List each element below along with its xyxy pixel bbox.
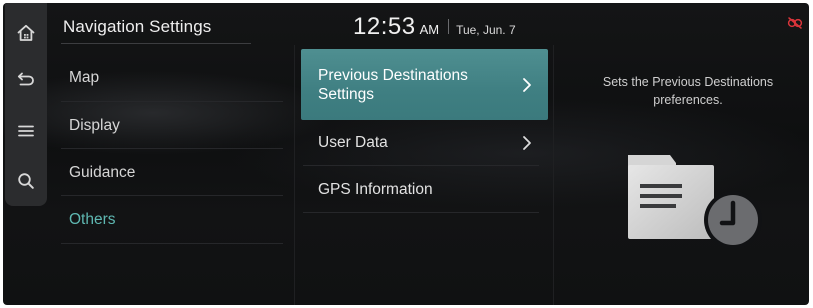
previous-destinations-folder-clock-icon xyxy=(628,155,762,249)
menu-item-map[interactable]: Map xyxy=(69,54,285,101)
home-button[interactable] xyxy=(5,9,47,57)
search-button[interactable] xyxy=(5,157,47,205)
clock-time: 12:53 xyxy=(353,13,416,40)
status-indicator xyxy=(787,16,803,34)
column-divider xyxy=(294,45,295,305)
menu-divider xyxy=(61,243,283,244)
navigation-settings-screen: Navigation Settings 12:53 AM Tue, Jun. 7… xyxy=(3,3,809,305)
clock: 12:53 AM Tue, Jun. 7 xyxy=(353,13,516,40)
menu-item-label: Display xyxy=(69,116,120,134)
clock-date: Tue, Jun. 7 xyxy=(456,23,516,37)
submenu-item-label-line2: Settings xyxy=(318,85,375,103)
description-line1: Sets the Previous Destinations xyxy=(602,75,774,89)
submenu-item-label-line1: Previous Destinations xyxy=(318,66,468,84)
menu-button[interactable] xyxy=(5,107,47,155)
back-button[interactable] xyxy=(5,55,47,103)
column-divider xyxy=(553,45,554,305)
clock-ampm: AM xyxy=(419,22,440,37)
search-icon xyxy=(18,173,34,189)
back-icon xyxy=(17,72,34,86)
submenu-item-user-data[interactable]: User Data xyxy=(301,120,548,165)
link-off-icon xyxy=(787,17,803,29)
submenu-item-label: User Data xyxy=(318,134,388,151)
submenu-divider xyxy=(303,212,539,213)
home-icon xyxy=(17,24,35,41)
description-line2: preferences. xyxy=(653,93,723,107)
menu-item-guidance[interactable]: Guidance xyxy=(69,149,285,196)
menu-item-label: Map xyxy=(69,68,100,86)
page-title: Navigation Settings xyxy=(63,17,212,36)
submenu-item-previous-destinations-settings[interactable]: Previous Destinations Settings xyxy=(301,49,548,120)
menu-icon xyxy=(18,125,34,137)
menu-item-display[interactable]: Display xyxy=(69,102,285,149)
chevron-right-icon xyxy=(523,135,531,150)
submenu-item-label: GPS Information xyxy=(318,180,433,198)
title-underline xyxy=(61,43,251,44)
submenu-item-gps-information[interactable]: GPS Information xyxy=(301,166,548,212)
menu-item-label: Guidance xyxy=(69,163,136,181)
menu-item-label: Others xyxy=(69,210,116,228)
description-text: Sets the Previous Destinations preferenc… xyxy=(563,73,809,109)
clock-separator xyxy=(448,18,450,34)
submenu-item-label: Previous Destinations Settings xyxy=(318,66,468,104)
menu-item-others[interactable]: Others xyxy=(69,196,285,243)
chevron-right-icon xyxy=(523,77,531,92)
side-rail xyxy=(5,3,47,206)
